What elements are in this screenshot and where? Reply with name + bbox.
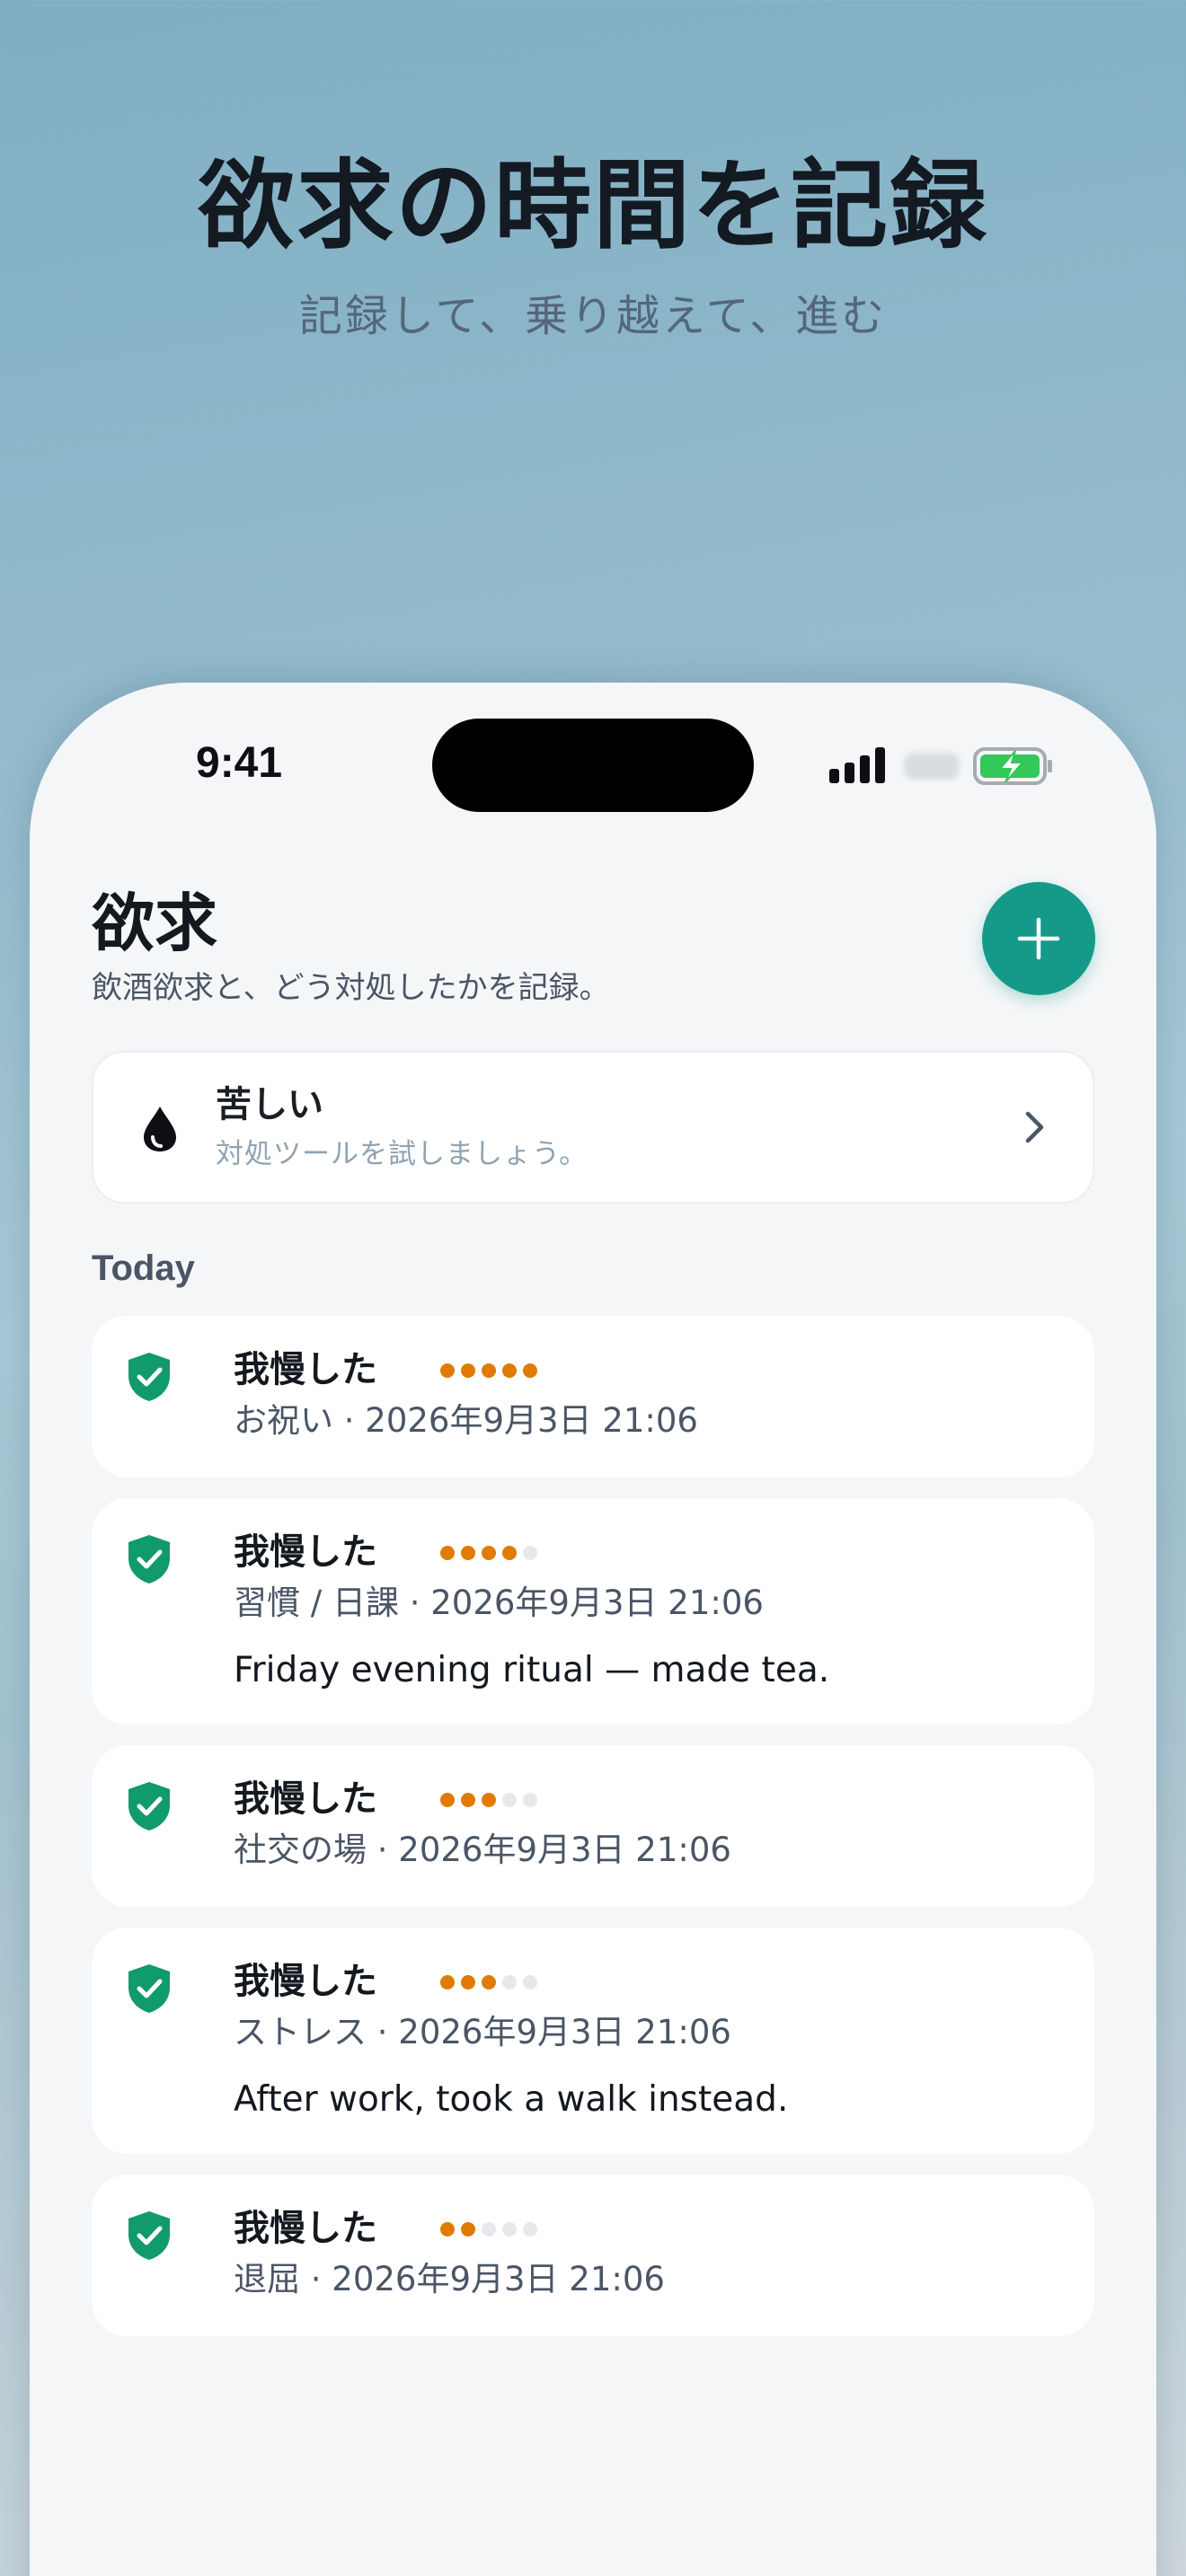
- entry-outcome: 我慢した: [234, 1961, 377, 2002]
- intensity-dot: [482, 1363, 496, 1378]
- section-header-today: Today: [92, 1248, 195, 1288]
- craving-entry[interactable]: 我慢した ストレス · 2026年9月3日 21:06 After work, …: [92, 1928, 1094, 2154]
- intensity-dot: [523, 1975, 537, 1989]
- intensity-rating: [440, 1975, 544, 1989]
- intensity-dot: [482, 2222, 496, 2236]
- entry-note: Friday evening ritual — made tea.: [234, 1650, 830, 1690]
- craving-entry[interactable]: 我慢した お祝い · 2026年9月3日 21:06: [92, 1316, 1094, 1478]
- chevron-right-icon: [1025, 1111, 1044, 1143]
- entry-meta: 退屈 · 2026年9月3日 21:06: [234, 2260, 665, 2298]
- hero-title: 欲求の時間を記録: [197, 150, 988, 262]
- shield-check-icon: [128, 2211, 170, 2260]
- intensity-dot: [523, 1793, 537, 1807]
- craving-state-label: 苦しい: [216, 1084, 323, 1125]
- intensity-dot: [502, 1793, 517, 1807]
- intensity-rating: [440, 1793, 544, 1807]
- intensity-dot: [523, 1546, 537, 1560]
- intensity-dot: [440, 1363, 455, 1378]
- intensity-dot: [461, 1793, 475, 1807]
- intensity-rating: [440, 2222, 544, 2236]
- entry-meta: 習慣 / 日課 · 2026年9月3日 21:06: [234, 1584, 764, 1622]
- shield-check-icon: [128, 1782, 170, 1831]
- dynamic-island: [432, 719, 754, 812]
- intensity-dot: [502, 1546, 517, 1560]
- intensity-rating: [440, 1363, 544, 1378]
- intensity-rating: [440, 1546, 544, 1560]
- craving-entry[interactable]: 我慢した 社交の場 · 2026年9月3日 21:06: [92, 1745, 1094, 1907]
- shield-check-icon: [128, 1964, 170, 2013]
- page-title: 欲求: [92, 887, 217, 960]
- entry-meta: お祝い · 2026年9月3日 21:06: [234, 1401, 698, 1440]
- status-time: 9:41: [196, 739, 283, 787]
- entry-outcome: 我慢した: [234, 1349, 377, 1390]
- intensity-dot: [502, 2222, 517, 2236]
- page-description: 飲酒欲求と、どう対処したかを記録。: [92, 970, 610, 1006]
- entry-meta: 社交の場 · 2026年9月3日 21:06: [234, 1831, 731, 1869]
- intensity-dot: [440, 2222, 455, 2236]
- battery-charging-icon: [973, 747, 1052, 785]
- cellular-signal-icon: [829, 747, 887, 783]
- intensity-dot: [482, 1793, 496, 1807]
- entry-meta: ストレス · 2026年9月3日 21:06: [234, 2013, 731, 2051]
- network-indicator: [904, 753, 960, 780]
- add-craving-button[interactable]: [982, 882, 1095, 995]
- intensity-dot: [440, 1546, 455, 1560]
- intensity-dot: [482, 1546, 496, 1560]
- plus-icon: [1017, 917, 1060, 960]
- entry-note: After work, took a walk instead.: [234, 2079, 789, 2120]
- intensity-dot: [440, 1975, 455, 1989]
- intensity-dot: [523, 1363, 537, 1378]
- craving-entry[interactable]: 我慢した 退屈 · 2026年9月3日 21:06: [92, 2175, 1094, 2336]
- coping-tools-card[interactable]: 苦しい 対処ツールを試しましょう。: [92, 1051, 1094, 1204]
- intensity-dot: [440, 1793, 455, 1807]
- craving-entry[interactable]: 我慢した 習慣 / 日課 · 2026年9月3日 21:06 Friday ev…: [92, 1498, 1094, 1725]
- intensity-dot: [461, 1546, 475, 1560]
- phone-screen: 9:41 欲求 飲酒欲求と、どう対処したかを記録。 苦しい 対処ツールを試しまし…: [30, 683, 1156, 2576]
- intensity-dot: [461, 2222, 475, 2236]
- intensity-dot: [482, 1975, 496, 1989]
- shield-check-icon: [128, 1535, 170, 1584]
- intensity-dot: [461, 1975, 475, 1989]
- intensity-dot: [502, 1363, 517, 1378]
- intensity-dot: [523, 2222, 537, 2236]
- entry-outcome: 我慢した: [234, 2208, 377, 2249]
- entry-outcome: 我慢した: [234, 1531, 377, 1573]
- coping-hint: 対処ツールを試しましょう。: [216, 1138, 589, 1170]
- hero-subtitle: 記録して、乗り越えて、進む: [298, 291, 888, 341]
- intensity-dot: [461, 1363, 475, 1378]
- drop-icon: [144, 1107, 176, 1151]
- shield-check-icon: [128, 1353, 170, 1401]
- entry-outcome: 我慢した: [234, 1778, 377, 1820]
- intensity-dot: [502, 1975, 517, 1989]
